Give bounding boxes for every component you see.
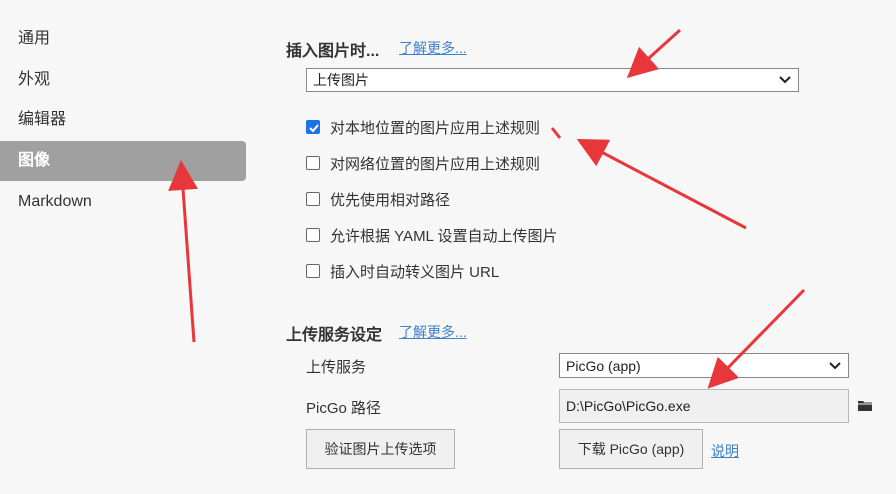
option-relative-path[interactable]: 优先使用相对路径 [306,188,450,210]
chevron-down-icon [829,361,841,369]
checkbox-network-images[interactable] [306,156,320,170]
upload-section-title: 上传服务设定 [286,327,383,344]
arrow-to-local-rule [576,139,747,230]
checkbox-relative-path[interactable] [306,192,320,206]
arrow-to-upload-select [626,28,682,79]
option-label: 对本地位置的图片应用上述规则 [330,119,541,137]
sidebar-item-markdown[interactable]: Markdown [0,182,246,222]
upload-learn-more-link[interactable]: 了解更多... [399,322,467,342]
checkbox-yaml-upload[interactable] [306,228,320,242]
picgo-path-input[interactable]: D:\PicGo\PicGo.exe [559,389,849,423]
option-label: 优先使用相对路径 [330,191,451,209]
upload-service-value: PicGo (app) [566,357,641,374]
option-escape-url[interactable]: 插入时自动转义图片 URL [306,260,499,282]
sidebar-item-editor[interactable]: 编辑器 [0,100,246,140]
option-network-images[interactable]: 对网络位置的图片应用上述规则 [306,152,540,174]
arrow-to-local-rule-2 [550,127,562,139]
sidebar-item-general[interactable]: 通用 [0,19,246,59]
option-local-images[interactable]: 对本地位置的图片应用上述规则 [306,116,540,138]
checkbox-local-images[interactable] [306,120,320,134]
folder-icon[interactable] [857,399,873,412]
chevron-down-icon [779,76,791,84]
picgo-path-value: D:\PicGo\PicGo.exe [566,398,691,414]
option-label: 插入时自动转义图片 URL [330,263,500,281]
sidebar-item-image[interactable]: 图像 [0,141,246,181]
insert-learn-more-link[interactable]: 了解更多... [399,38,467,58]
preferences-window: 通用 外观 编辑器 图像 Markdown 插入图片时... 了解更多... 上… [0,0,896,494]
checkbox-escape-url[interactable] [306,264,320,278]
sidebar: 通用 外观 编辑器 图像 Markdown [0,0,248,494]
upload-service-label: 上传服务 [306,359,367,376]
picgo-path-label: PicGo 路径 [306,400,382,417]
checkmark-icon [309,124,319,133]
upload-service-select[interactable]: PicGo (app) [559,353,849,378]
sidebar-item-appearance[interactable]: 外观 [0,60,246,100]
verify-upload-button[interactable]: 验证图片上传选项 [306,429,455,469]
option-yaml-upload[interactable]: 允许根据 YAML 设置自动上传图片 [306,224,558,246]
option-label: 对网络位置的图片应用上述规则 [330,155,541,173]
option-label: 允许根据 YAML 设置自动上传图片 [330,227,558,245]
insert-action-value: 上传图片 [313,72,369,88]
insert-action-select[interactable]: 上传图片 [306,68,799,92]
insert-section-title: 插入图片时... [286,43,380,60]
explain-link[interactable]: 说明 [711,441,739,461]
download-picgo-button[interactable]: 下载 PicGo (app) [559,429,703,469]
